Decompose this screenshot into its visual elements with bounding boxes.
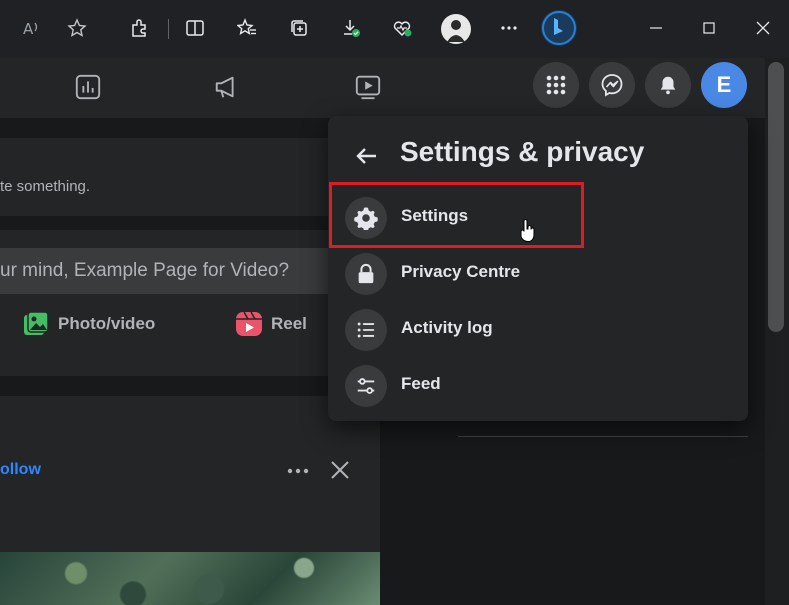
sliders-icon — [345, 365, 387, 407]
avatar[interactable]: E — [701, 62, 747, 108]
post-options-icon[interactable] — [286, 464, 310, 482]
create-hint-text: te something. — [0, 178, 91, 195]
more-icon[interactable] — [498, 17, 520, 39]
close-icon[interactable] — [752, 17, 774, 39]
menu-grid-icon[interactable] — [533, 62, 579, 108]
split-screen-icon[interactable] — [184, 17, 206, 39]
reel-label: Reel — [271, 314, 307, 333]
photo-icon — [24, 311, 49, 335]
video-icon[interactable] — [353, 72, 383, 102]
ads-megaphone-icon[interactable] — [212, 72, 242, 102]
reel-icon — [236, 311, 262, 336]
back-arrow-icon[interactable] — [354, 143, 380, 169]
divider — [458, 436, 748, 437]
profile-icon[interactable] — [441, 14, 471, 44]
menu-item-label: Feed — [401, 374, 441, 393]
read-aloud-icon[interactable]: A — [20, 17, 42, 39]
favorite-star-icon[interactable] — [66, 17, 88, 39]
maximize-icon[interactable] — [698, 17, 720, 39]
notifications-icon[interactable] — [645, 62, 691, 108]
reel-button[interactable]: Reel — [235, 310, 307, 338]
composer-card: ur mind, Example Page for Video? Photo/v… — [0, 230, 380, 376]
extensions-icon[interactable] — [128, 17, 150, 39]
settings-privacy-menu: Settings & privacy Settings Privacy Cent… — [328, 116, 748, 421]
menu-item-activity-log[interactable]: Activity log — [328, 301, 748, 357]
messenger-icon[interactable] — [589, 62, 635, 108]
hide-post-icon[interactable] — [330, 460, 350, 485]
highlight-box — [329, 182, 584, 248]
photo-video-button[interactable]: Photo/video — [22, 310, 155, 338]
menu-item-label: Activity log — [401, 318, 493, 337]
minimize-icon[interactable] — [645, 17, 667, 39]
photo-video-label: Photo/video — [58, 314, 156, 333]
favorites-icon[interactable] — [236, 17, 258, 39]
list-icon — [345, 309, 387, 351]
browser-toolbar: A — [0, 0, 789, 58]
collections-icon[interactable] — [288, 17, 310, 39]
create-post-hint-card: te something. — [0, 138, 380, 216]
svg-text:A: A — [23, 20, 34, 38]
menu-item-feed[interactable]: Feed — [328, 357, 748, 413]
browser-essentials-icon[interactable] — [391, 17, 413, 39]
menu-item-privacy-centre[interactable]: Privacy Centre — [328, 245, 748, 301]
follow-link[interactable]: ollow — [0, 461, 41, 479]
downloads-icon[interactable] — [340, 17, 362, 39]
menu-item-label: Privacy Centre — [401, 262, 521, 281]
left-column: te something. ur mind, Example Page for … — [0, 118, 380, 605]
bing-copilot-icon[interactable] — [541, 10, 577, 46]
lock-icon — [345, 253, 387, 295]
scrollbar-thumb[interactable] — [768, 62, 784, 332]
composer-input[interactable]: ur mind, Example Page for Video? — [0, 248, 355, 294]
insights-icon[interactable] — [73, 72, 103, 102]
menu-title: Settings & privacy — [400, 136, 645, 167]
post-image — [0, 552, 380, 605]
